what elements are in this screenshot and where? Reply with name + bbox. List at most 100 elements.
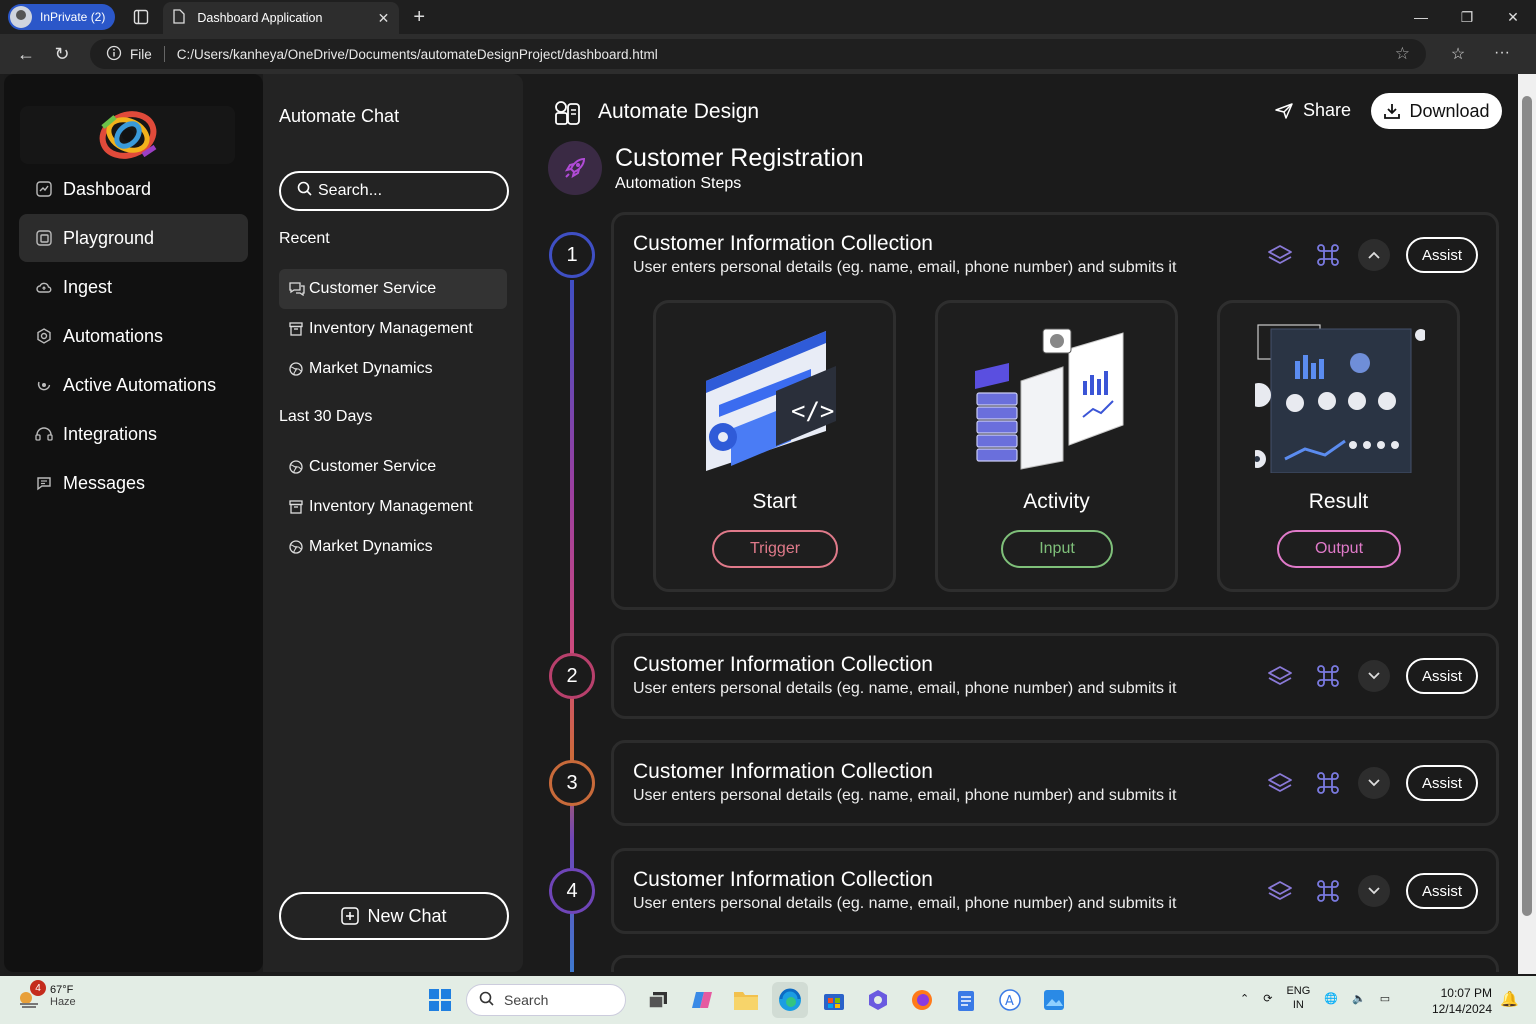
step-number-3: 3	[549, 760, 595, 806]
step-card-4[interactable]: Customer Information Collection User ent…	[611, 848, 1499, 934]
app-a-icon[interactable]: A	[992, 982, 1028, 1018]
chat-bubble-icon	[289, 282, 305, 296]
chat-item-inventory-management[interactable]: Inventory Management	[279, 309, 507, 349]
step-title: Customer Information Collection	[633, 868, 933, 891]
taskbar-search[interactable]: Search	[466, 984, 626, 1016]
stage-result[interactable]: Result Output	[1217, 300, 1460, 592]
chevron-up-icon[interactable]	[1358, 239, 1390, 271]
weather-widget[interactable]: 4 67°F Haze	[16, 980, 76, 1010]
language-indicator[interactable]: ENG IN	[1286, 984, 1310, 1012]
step-tools: Assist	[1248, 237, 1478, 273]
message-icon	[35, 474, 53, 492]
favorites-icon[interactable]: ☆	[1436, 44, 1480, 64]
file-explorer-icon[interactable]	[728, 982, 764, 1018]
step-card-5-partial[interactable]	[611, 955, 1499, 972]
sidebar-item-label: Automations	[63, 325, 164, 346]
command-icon[interactable]	[1312, 239, 1344, 271]
volume-icon[interactable]: 🔈	[1352, 992, 1366, 1005]
photos-icon[interactable]	[1036, 982, 1072, 1018]
minimize-icon[interactable]: —	[1398, 0, 1444, 34]
command-icon[interactable]	[1312, 660, 1344, 692]
sidebar-item-automations[interactable]: Automations	[19, 312, 248, 360]
back-icon[interactable]: ←	[8, 39, 44, 69]
layers-icon[interactable]	[1264, 875, 1296, 907]
edge-browser-icon[interactable]	[772, 982, 808, 1018]
sidebar-item-integrations[interactable]: Integrations	[19, 410, 248, 458]
recent-heading: Recent	[279, 230, 330, 247]
inprivate-badge[interactable]: InPrivate (2)	[8, 4, 116, 30]
assist-button[interactable]: Assist	[1406, 658, 1478, 694]
tab-dashboard-application[interactable]: Dashboard Application ✕	[163, 2, 400, 34]
restore-icon[interactable]: ❐	[1444, 0, 1490, 34]
chat-panel: Automate Chat Search... Recent Customer …	[263, 74, 523, 972]
battery-icon[interactable]: ▭	[1380, 992, 1390, 1005]
new-chat-button[interactable]: New Chat	[279, 892, 509, 940]
step-card-3[interactable]: Customer Information Collection User ent…	[611, 740, 1499, 826]
favorite-star-icon[interactable]: ☆	[1395, 44, 1410, 64]
clock[interactable]: 10:07 PM 12/14/2024	[1428, 985, 1492, 1017]
chat-item-market-dynamics-older[interactable]: Market Dynamics	[279, 527, 507, 567]
command-icon[interactable]	[1312, 767, 1344, 799]
chevron-down-icon[interactable]	[1358, 875, 1390, 907]
search-icon	[479, 991, 494, 1009]
command-icon[interactable]	[1312, 875, 1344, 907]
address-bar[interactable]: File C:/Users/kanheya/OneDrive/Documents…	[90, 39, 1426, 69]
task-view-icon[interactable]	[640, 982, 676, 1018]
chat-panel-title: Automate Chat	[279, 106, 400, 126]
chat-item-inventory-management-older[interactable]: Inventory Management	[279, 487, 507, 527]
step-card-2[interactable]: Customer Information Collection User ent…	[611, 633, 1499, 719]
new-tab-icon[interactable]: +	[413, 6, 425, 29]
microsoft-store-icon[interactable]	[816, 982, 852, 1018]
close-tab-icon[interactable]: ✕	[378, 10, 390, 27]
assist-button[interactable]: Assist	[1406, 237, 1478, 273]
copilot-icon[interactable]	[684, 982, 720, 1018]
stage-activity[interactable]: Activity Input	[935, 300, 1178, 592]
stage-start[interactable]: </> Start Trigger	[653, 300, 896, 592]
url-text[interactable]: C:/Users/kanheya/OneDrive/Documents/auto…	[177, 47, 1395, 62]
plus-square-icon	[341, 907, 360, 925]
app-purple-icon[interactable]	[860, 982, 896, 1018]
info-icon[interactable]	[106, 45, 122, 64]
share-button[interactable]: Share	[1275, 100, 1351, 121]
main-content: Automate Design Share Download Customer …	[523, 74, 1518, 972]
step-description: User enters personal details (eg. name, …	[633, 895, 1177, 912]
output-button[interactable]: Output	[1277, 530, 1401, 568]
layers-icon[interactable]	[1264, 660, 1296, 692]
network-icon[interactable]: 🌐	[1324, 992, 1338, 1005]
layers-icon[interactable]	[1264, 239, 1296, 271]
sidebar-item-ingest[interactable]: Ingest	[19, 263, 248, 311]
chevron-down-icon[interactable]	[1358, 767, 1390, 799]
layers-icon[interactable]	[1264, 767, 1296, 799]
refresh-icon[interactable]: ↻	[44, 39, 80, 69]
url-separator	[163, 46, 165, 62]
chat-item-customer-service-older[interactable]: Customer Service	[279, 447, 507, 487]
windows-start-icon[interactable]	[422, 982, 458, 1018]
page-scrollbar[interactable]	[1518, 74, 1536, 974]
download-label: Download	[1409, 100, 1490, 121]
assist-button[interactable]: Assist	[1406, 873, 1478, 909]
notepad-icon[interactable]	[948, 982, 984, 1018]
close-window-icon[interactable]: ✕	[1490, 0, 1536, 34]
sidebar-item-label: Dashboard	[63, 178, 152, 199]
chevron-down-icon[interactable]	[1358, 660, 1390, 692]
sidebar-item-messages[interactable]: Messages	[19, 459, 248, 507]
more-menu-icon[interactable]: ···	[1480, 44, 1524, 64]
step-tools: Assist	[1248, 873, 1478, 909]
assist-button[interactable]: Assist	[1406, 765, 1478, 801]
trigger-button[interactable]: Trigger	[712, 530, 838, 568]
tab-actions-icon[interactable]	[127, 3, 155, 31]
sidebar-item-dashboard[interactable]: Dashboard	[19, 165, 248, 213]
firefox-icon[interactable]	[904, 982, 940, 1018]
scrollbar-thumb[interactable]	[1522, 96, 1532, 916]
last-30-days-heading: Last 30 Days	[279, 408, 373, 425]
notification-bell-icon[interactable]: 🔔	[1500, 990, 1519, 1008]
search-input[interactable]: Search...	[279, 171, 509, 211]
input-button[interactable]: Input	[1001, 530, 1113, 568]
download-button[interactable]: Download	[1371, 93, 1502, 129]
sidebar-item-active-automations[interactable]: Active Automations	[19, 361, 248, 409]
sidebar-item-playground[interactable]: Playground	[19, 214, 248, 262]
chat-item-customer-service[interactable]: Customer Service	[279, 269, 507, 309]
sync-icon[interactable]: ⟳	[1263, 992, 1272, 1005]
chevron-up-icon[interactable]: ⌃	[1240, 992, 1249, 1005]
chat-item-market-dynamics[interactable]: Market Dynamics	[279, 349, 507, 389]
